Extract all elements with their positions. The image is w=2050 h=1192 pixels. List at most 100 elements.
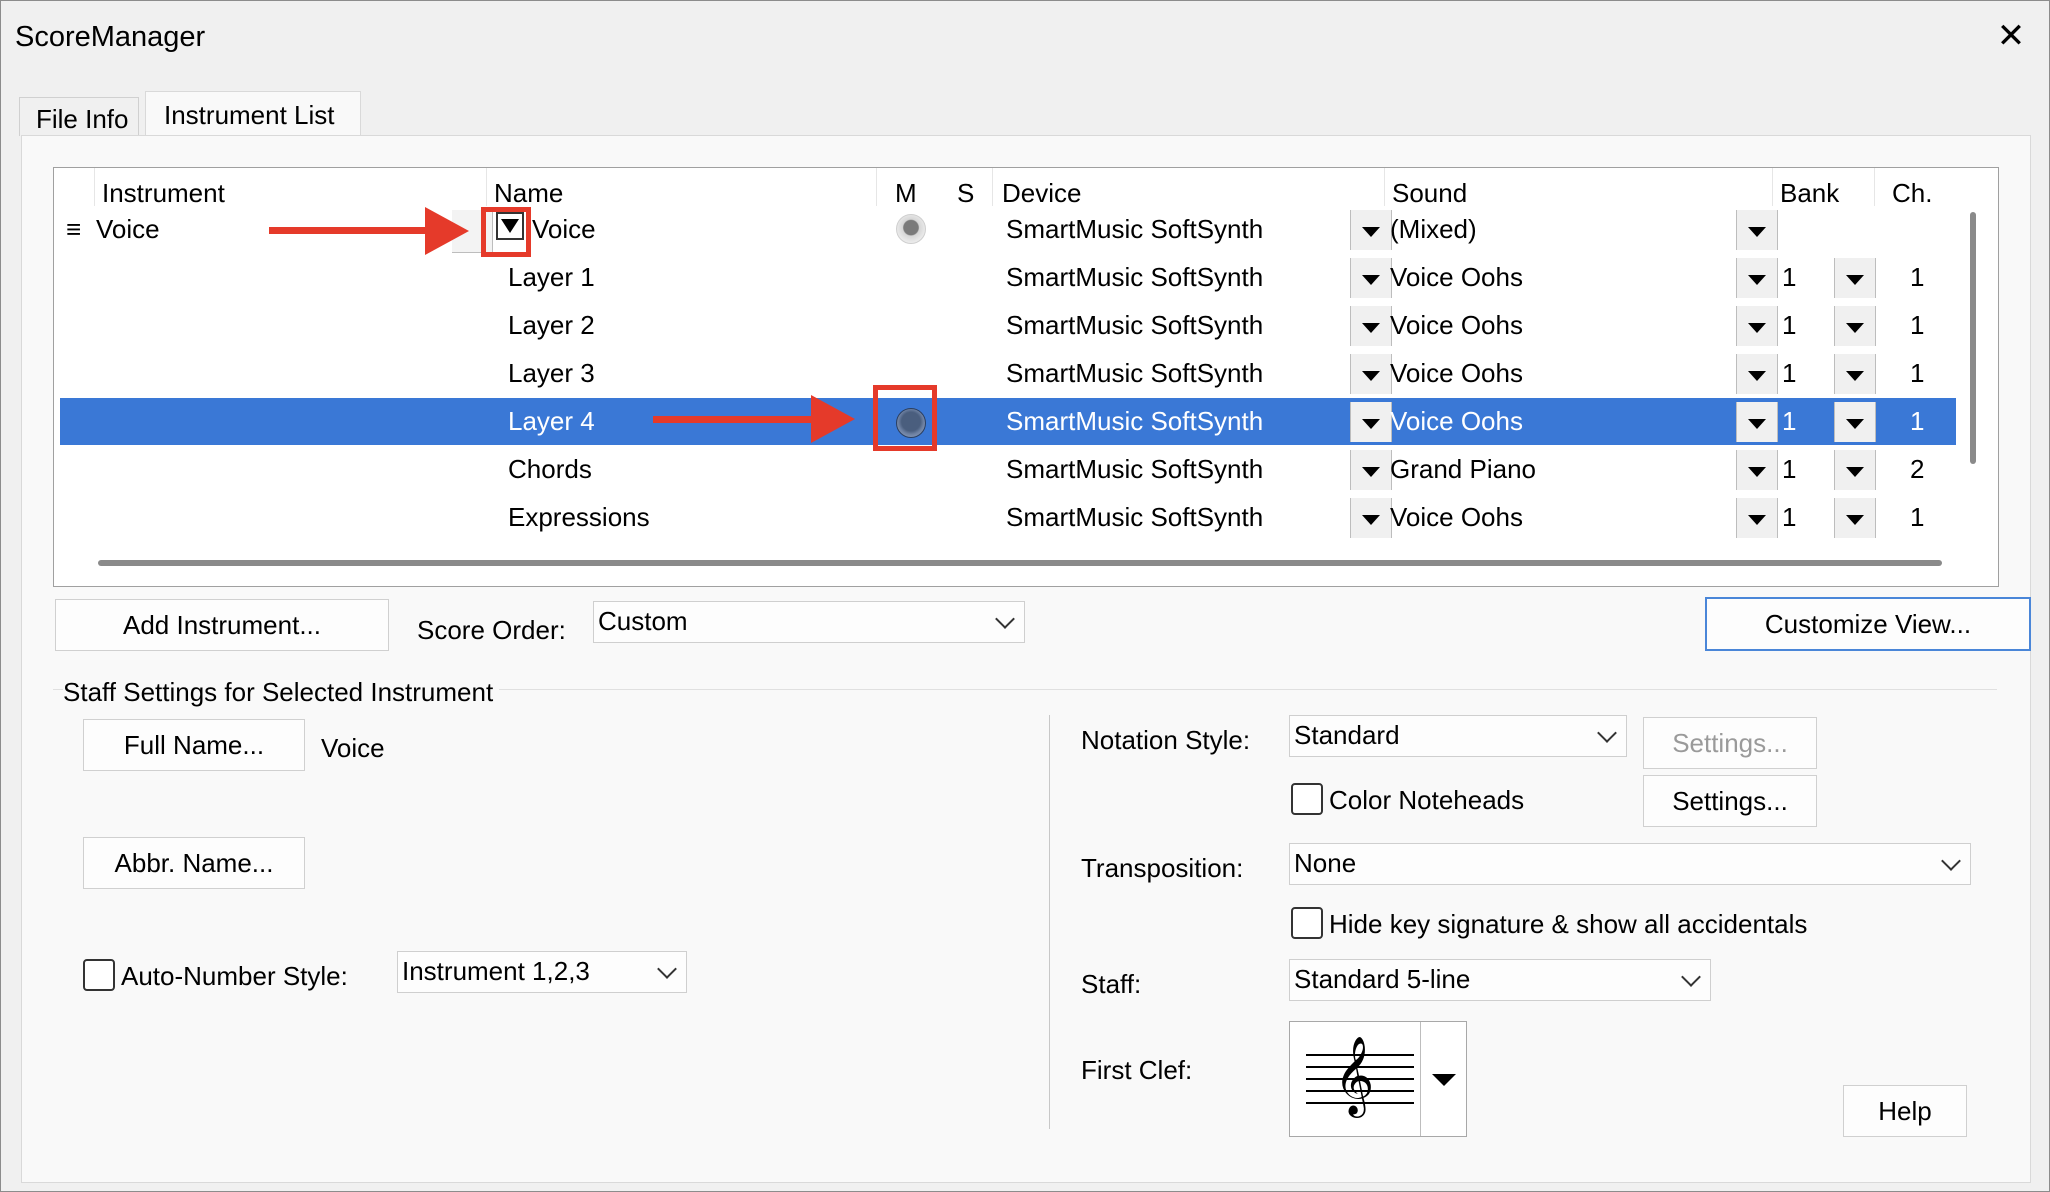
add-instrument-button[interactable]: Add Instrument... xyxy=(55,599,389,651)
sound-dropdown[interactable] xyxy=(1736,306,1778,346)
col-header-name[interactable]: Name xyxy=(494,178,563,209)
col-header-ch[interactable]: Ch. xyxy=(1892,178,1932,209)
annotation-arrow xyxy=(653,416,823,423)
mute-button[interactable] xyxy=(896,214,926,244)
layer-name: Voice xyxy=(532,214,596,244)
staff-value: Standard 5-line xyxy=(1294,964,1471,994)
score-order-label: Score Order: xyxy=(417,615,566,645)
tab-instrument-list-label: Instrument List xyxy=(164,100,335,130)
staff-select[interactable]: Standard 5-line xyxy=(1289,959,1711,1001)
transposition-value: None xyxy=(1294,848,1357,878)
staff-label: Staff: xyxy=(1081,969,1142,999)
auto-number-label: Auto-Number Style: xyxy=(121,961,348,991)
vertical-scrollbar[interactable] xyxy=(1970,212,1976,464)
help-button[interactable]: Help xyxy=(1843,1085,1967,1137)
layer-name: Layer 2 xyxy=(508,310,595,340)
customize-view-button[interactable]: Customize View... xyxy=(1705,597,2031,651)
layer-name: Chords xyxy=(508,454,592,484)
channel-value[interactable]: 1 xyxy=(1910,406,1924,437)
tab-instrument-list[interactable]: Instrument List xyxy=(145,91,361,138)
chevron-down-icon xyxy=(657,959,677,979)
clef-dropdown-icon[interactable] xyxy=(1432,1074,1456,1086)
col-header-instrument[interactable]: Instrument xyxy=(102,178,225,209)
sound-dropdown[interactable] xyxy=(1736,354,1778,394)
drag-handle-icon[interactable]: ≡ xyxy=(66,214,81,245)
horizontal-scrollbar[interactable] xyxy=(98,560,1942,566)
device-value: SmartMusic SoftSynth xyxy=(1006,502,1264,532)
header-divider xyxy=(486,168,487,206)
layer-name: Expressions xyxy=(508,502,650,532)
table-row[interactable]: Chords SmartMusic SoftSynth Grand Piano … xyxy=(60,446,1956,493)
sound-value: Voice Oohs xyxy=(1390,358,1523,388)
header-divider xyxy=(1384,168,1385,206)
device-dropdown[interactable] xyxy=(1350,402,1392,442)
clef-picker[interactable]: 𝄞 xyxy=(1289,1021,1467,1137)
device-dropdown[interactable] xyxy=(1350,306,1392,346)
bank-dropdown[interactable] xyxy=(1834,258,1876,298)
bank-dropdown[interactable] xyxy=(1834,306,1876,346)
sound-dropdown[interactable] xyxy=(1736,210,1778,250)
instrument-name: Voice xyxy=(96,214,160,244)
sound-value: Grand Piano xyxy=(1390,454,1536,484)
bank-dropdown[interactable] xyxy=(1834,354,1876,394)
hide-key-signature-checkbox[interactable] xyxy=(1291,907,1323,939)
sound-value: Voice Oohs xyxy=(1390,310,1523,340)
full-name-value: Voice xyxy=(321,733,385,763)
col-header-bank[interactable]: Bank xyxy=(1780,178,1839,209)
chevron-down-icon xyxy=(1681,967,1701,987)
col-header-device[interactable]: Device xyxy=(1002,178,1081,209)
table-row[interactable]: Expressions SmartMusic SoftSynth Voice O… xyxy=(60,494,1956,541)
treble-clef-icon: 𝄞 xyxy=(1334,1036,1375,1115)
device-dropdown[interactable] xyxy=(1350,354,1392,394)
col-header-sound[interactable]: Sound xyxy=(1392,178,1467,209)
color-settings-button[interactable]: Settings... xyxy=(1643,775,1817,827)
color-noteheads-label: Color Noteheads xyxy=(1329,785,1525,815)
channel-value[interactable]: 1 xyxy=(1910,502,1924,533)
col-header-s[interactable]: S xyxy=(957,178,974,209)
bank-dropdown[interactable] xyxy=(1834,498,1876,538)
title-bar: ScoreManager ✕ xyxy=(1,1,2049,73)
channel-value[interactable]: 1 xyxy=(1910,262,1924,293)
sound-dropdown[interactable] xyxy=(1736,498,1778,538)
close-icon[interactable]: ✕ xyxy=(1989,15,2033,57)
bank-dropdown[interactable] xyxy=(1834,402,1876,442)
header-divider xyxy=(1874,168,1875,206)
staff-settings-heading: Staff Settings for Selected Instrument xyxy=(63,677,500,708)
auto-number-value: Instrument 1,2,3 xyxy=(402,956,590,986)
header-divider xyxy=(94,168,95,206)
score-order-select[interactable]: Custom xyxy=(593,601,1025,643)
channel-value[interactable]: 2 xyxy=(1910,454,1924,485)
device-dropdown[interactable] xyxy=(1350,258,1392,298)
device-dropdown[interactable] xyxy=(1350,498,1392,538)
sound-dropdown[interactable] xyxy=(1736,450,1778,490)
notation-settings-button[interactable]: Settings... xyxy=(1643,717,1817,769)
table-row[interactable]: Layer 3 SmartMusic SoftSynth Voice Oohs … xyxy=(60,350,1956,397)
col-header-m[interactable]: M xyxy=(895,178,917,209)
bank-dropdown[interactable] xyxy=(1834,450,1876,490)
annotation-arrow-head xyxy=(811,395,855,443)
device-dropdown[interactable] xyxy=(1350,450,1392,490)
sound-dropdown[interactable] xyxy=(1736,402,1778,442)
chevron-down-icon xyxy=(995,609,1015,629)
table-row-selected[interactable]: Layer 4 SmartMusic SoftSynth Voice Oohs … xyxy=(60,398,1956,445)
device-dropdown[interactable] xyxy=(1350,210,1392,250)
auto-number-select[interactable]: Instrument 1,2,3 xyxy=(397,951,687,993)
auto-number-checkbox[interactable] xyxy=(83,959,115,991)
sound-value: Voice Oohs xyxy=(1390,502,1523,532)
transposition-select[interactable]: None xyxy=(1289,843,1971,885)
table-row[interactable]: Layer 2 SmartMusic SoftSynth Voice Oohs … xyxy=(60,302,1956,349)
device-value: SmartMusic SoftSynth xyxy=(1006,454,1264,484)
sound-dropdown[interactable] xyxy=(1736,258,1778,298)
table-row[interactable]: Layer 1 SmartMusic SoftSynth Voice Oohs … xyxy=(60,254,1956,301)
full-name-button[interactable]: Full Name... xyxy=(83,719,305,771)
channel-value[interactable]: 1 xyxy=(1910,310,1924,341)
abbr-name-button[interactable]: Abbr. Name... xyxy=(83,837,305,889)
color-noteheads-checkbox[interactable] xyxy=(1291,783,1323,815)
tab-file-info[interactable]: File Info xyxy=(19,97,139,136)
annotation-highlight-box xyxy=(481,207,531,257)
score-manager-window: ScoreManager ✕ File Info Instrument List… xyxy=(0,0,2050,1192)
chevron-down-icon xyxy=(1597,723,1617,743)
notation-style-select[interactable]: Standard xyxy=(1289,715,1627,757)
channel-value[interactable]: 1 xyxy=(1910,358,1924,389)
header-divider xyxy=(876,168,877,206)
